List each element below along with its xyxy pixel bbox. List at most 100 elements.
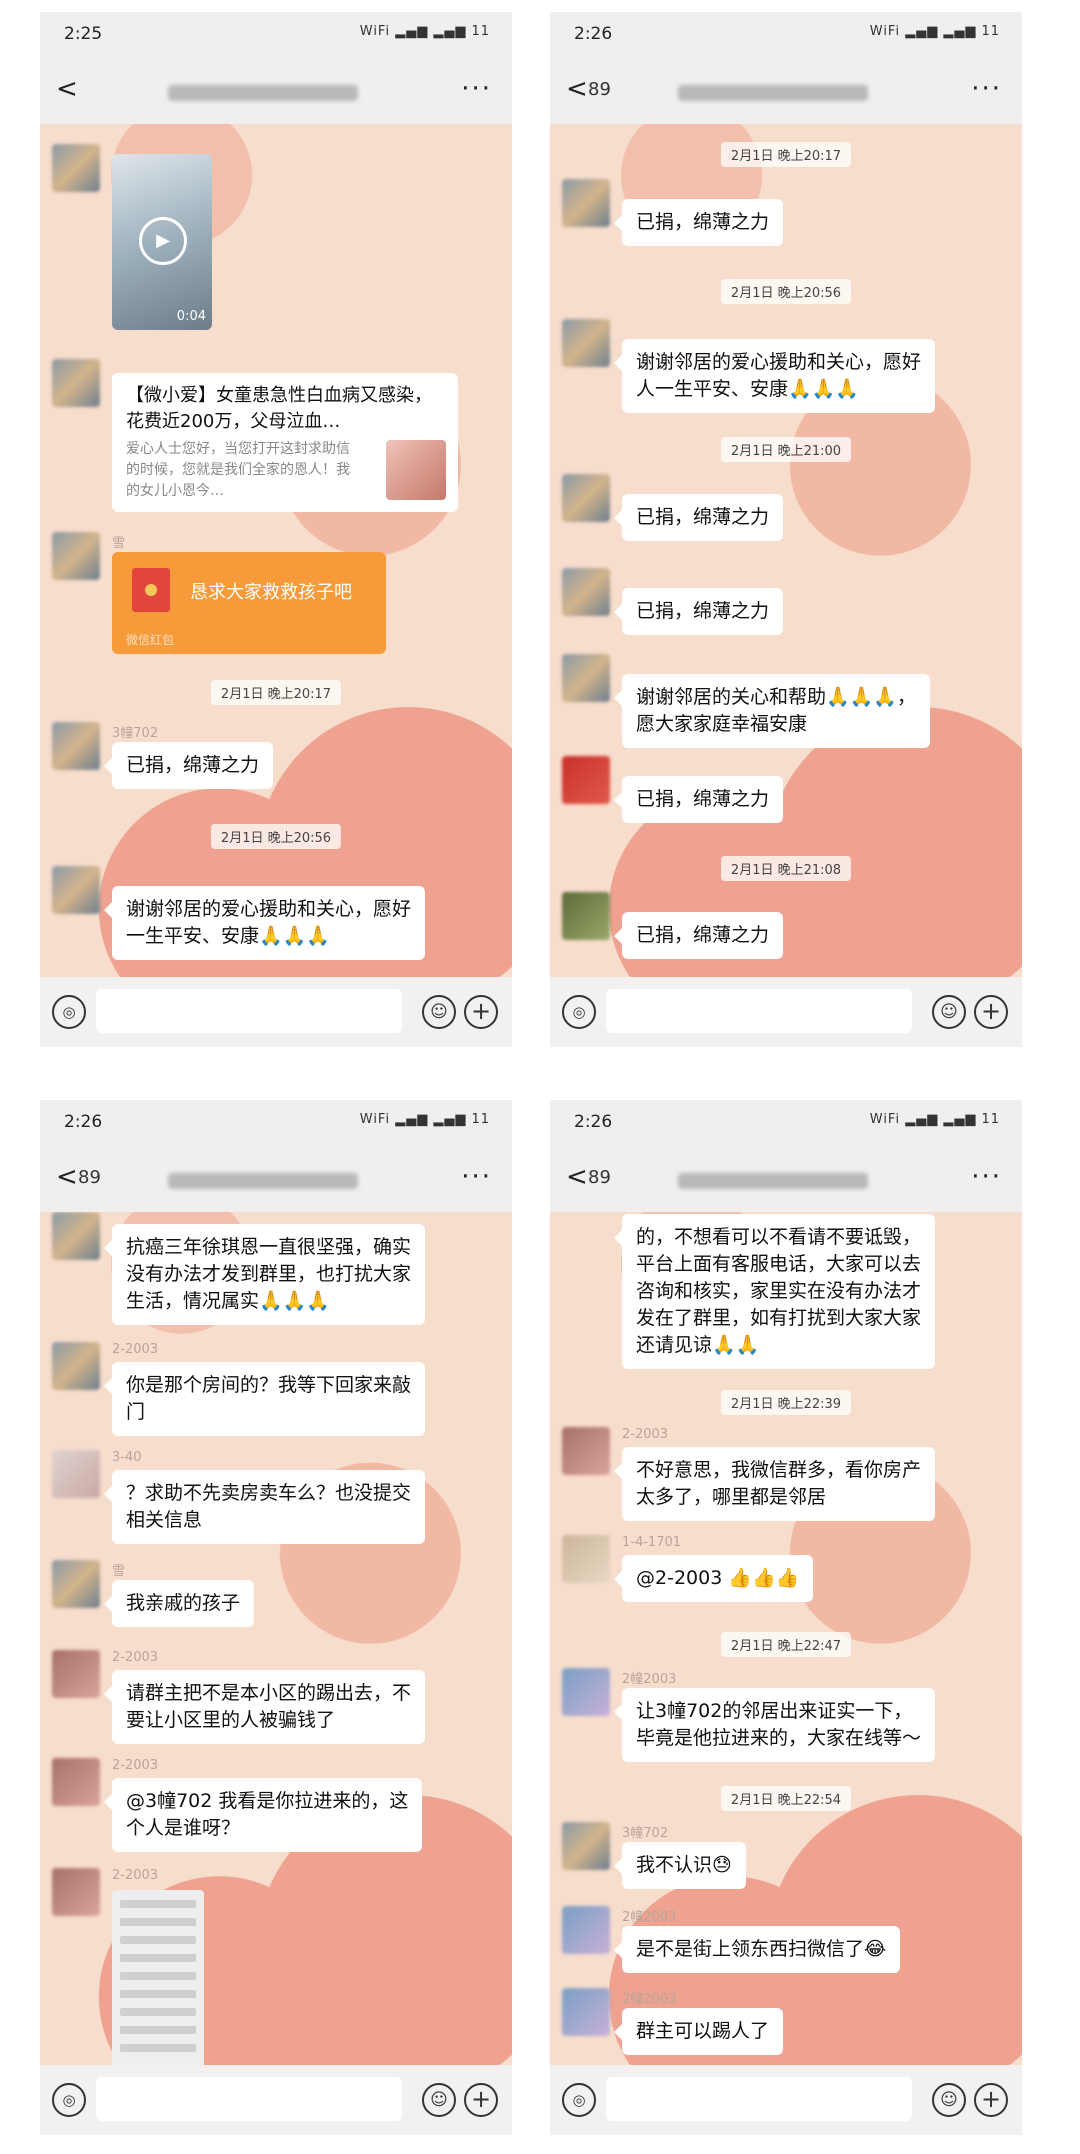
text-message[interactable]: 请群主把不是本小区的踢出去，不 要让小区里的人被骗钱了 (103, 1670, 426, 1744)
avatar[interactable] (562, 1668, 610, 1716)
message-row: 3-40 ？求助不先卖房卖车么？也没提交 相关信息 (40, 1450, 512, 1550)
text-message[interactable]: 是不是街上领东西扫微信了😂 (613, 1926, 901, 1973)
text-message[interactable]: ？求助不先卖房卖车么？也没提交 相关信息 (103, 1470, 426, 1544)
avatar[interactable] (562, 1906, 610, 1954)
text-message[interactable]: 抗癌三年徐琪恩一直很坚强，确实 没有办法才发到群里，也打扰大家 生活，情况属实🙏… (103, 1224, 426, 1325)
voice-icon[interactable]: ◎ (52, 2083, 86, 2117)
text-message[interactable]: 已捐，绵薄之力 (613, 776, 784, 823)
avatar[interactable] (52, 1342, 100, 1390)
status-icons: WiFi ▂▄▆ ▂▄▆ 11 (359, 1112, 490, 1127)
avatar[interactable] (562, 892, 610, 940)
input-bar: ◎ ☺ + (40, 977, 512, 1047)
status-time: 2:26 (574, 24, 613, 44)
message-row: 已捐，绵薄之力 (550, 756, 1022, 836)
phone-screenshot-1: 2:25 WiFi ▂▄▆ ▂▄▆ 11 < ··· ▶ 0:04 【微小爱】女… (40, 12, 512, 1047)
text-message[interactable]: 已捐，绵薄之力 (613, 588, 784, 635)
text-message[interactable]: 你是那个房间的？我等下回家来敲 门 (103, 1362, 426, 1436)
message-list[interactable]: ▶ 0:04 【微小爱】女童患急性白血病又感染，花费近200万，父母泣血… 爱心… (40, 124, 512, 977)
back-icon[interactable]: < (566, 76, 588, 102)
text-message[interactable]: 已捐，绵薄之力 (613, 199, 784, 246)
avatar[interactable] (52, 532, 100, 580)
avatar[interactable] (52, 722, 100, 770)
message-line: ？求助不先卖房卖车么？也没提交 (126, 1482, 412, 1504)
text-message[interactable]: @3幢702 我看是你拉进来的，这 个人是谁呀？ (103, 1778, 423, 1852)
text-message[interactable]: 谢谢邻居的关心和帮助🙏🙏🙏， 愿大家家庭幸福安康 (614, 674, 930, 748)
avatar[interactable] (562, 179, 610, 227)
voice-icon[interactable]: ◎ (562, 995, 596, 1029)
avatar[interactable] (52, 1650, 100, 1698)
avatar[interactable] (562, 756, 610, 804)
avatar[interactable] (52, 1758, 100, 1806)
plus-icon[interactable]: + (974, 2083, 1008, 2117)
text-message[interactable]: @2-2003 👍👍👍 (613, 1555, 814, 1602)
emoji-icon[interactable]: ☺ (422, 2083, 456, 2117)
avatar[interactable] (562, 1988, 610, 2036)
chat-title (678, 1173, 868, 1189)
avatar[interactable] (52, 1450, 100, 1498)
more-icon[interactable]: ··· (971, 1162, 1002, 1192)
text-message[interactable]: 让3幢702的邻居出来证实一下， 毕竟是他拉进来的，大家在线等～ (613, 1688, 936, 1762)
avatar[interactable] (562, 568, 610, 616)
avatar[interactable] (562, 1822, 610, 1870)
text-message[interactable]: 的，不想看可以不看请不要诋毁， 平台上面有客服电话，大家可以去 咨询和核实，家里… (613, 1214, 936, 1369)
message-list[interactable]: 2月1日 晚上20:17 已捐，绵薄之力 2月1日 晚上20:56 谢谢邻居的爱… (550, 124, 1022, 977)
timestamp: 2月1日 晚上20:56 (720, 279, 852, 304)
message-line: 要让小区里的人被骗钱了 (126, 1709, 336, 1731)
message-line: 一生平安、安康🙏🙏🙏 (126, 925, 330, 947)
input-bar: ◎ ☺ + (550, 977, 1022, 1047)
avatar[interactable] (562, 1427, 610, 1475)
text-message[interactable]: 不好意思，我微信群多，看你房产 太多了，哪里都是邻居 (613, 1447, 936, 1521)
image-message[interactable] (112, 1890, 204, 2065)
text-message[interactable]: 已捐，绵薄之力 (103, 742, 274, 789)
more-icon[interactable]: ··· (461, 1162, 492, 1192)
emoji-icon[interactable]: ☺ (932, 995, 966, 1029)
voice-icon[interactable]: ◎ (562, 2083, 596, 2117)
plus-icon[interactable]: + (464, 995, 498, 1029)
avatar[interactable] (52, 359, 100, 407)
emoji-icon[interactable]: ☺ (422, 995, 456, 1029)
sender-nickname: 雪 (112, 1564, 126, 1579)
text-message[interactable]: 已捐，绵薄之力 (613, 494, 784, 541)
message-list[interactable]: 抗癌三年徐琪恩一直很坚强，确实 没有办法才发到群里，也打扰大家 生活，情况属实🙏… (40, 1212, 512, 2065)
timestamp: 2月1日 晚上21:00 (720, 437, 852, 462)
back-icon[interactable]: < (566, 1164, 588, 1190)
text-message[interactable]: 我不认识😓 (614, 1842, 746, 1889)
plus-icon[interactable]: + (974, 995, 1008, 1029)
message-input[interactable] (96, 989, 402, 1033)
message-input[interactable] (606, 989, 912, 1033)
avatar[interactable] (52, 866, 100, 914)
message-input[interactable] (96, 2077, 402, 2121)
message-line: 相关信息 (126, 1509, 203, 1531)
avatar[interactable] (52, 1560, 100, 1608)
back-icon[interactable]: < (56, 76, 78, 102)
link-card[interactable]: 【微小爱】女童患急性白血病又感染，花费近200万，父母泣血… 爱心人士您好，当您… (112, 373, 458, 512)
plus-icon[interactable]: + (464, 2083, 498, 2117)
avatar[interactable] (562, 1535, 610, 1583)
text-message[interactable]: 我亲戚的孩子 (103, 1580, 255, 1627)
avatar[interactable] (52, 144, 100, 192)
more-icon[interactable]: ··· (461, 74, 492, 104)
voice-icon[interactable]: ◎ (52, 995, 86, 1029)
message-row: 已捐，绵薄之力 (550, 474, 1022, 554)
message-row: 2幢2003 让3幢702的邻居出来证实一下， 毕竟是他拉进来的，大家在线等～ (550, 1668, 1022, 1768)
message-line: 谢谢邻居的爱心援助和关心，愿好 (126, 898, 412, 920)
text-message[interactable]: 群主可以踢人了 (613, 2008, 784, 2055)
back-icon[interactable]: < (56, 1164, 78, 1190)
message-list[interactable]: 的，不想看可以不看请不要诋毁， 平台上面有客服电话，大家可以去 咨询和核实，家里… (550, 1212, 1022, 2065)
text-message[interactable]: 已捐，绵薄之力 (613, 912, 784, 959)
video-message[interactable]: ▶ 0:04 (112, 154, 212, 330)
message-input[interactable] (606, 2077, 912, 2121)
avatar[interactable] (562, 654, 610, 702)
avatar[interactable] (52, 1868, 100, 1916)
avatar[interactable] (562, 474, 610, 522)
text-message[interactable]: 谢谢邻居的爱心援助和关心，愿好 一生平安、安康🙏🙏🙏 (103, 886, 426, 960)
text-message[interactable]: 谢谢邻居的爱心援助和关心，愿好 人一生平安、安康🙏🙏🙏 (613, 339, 936, 413)
avatar[interactable] (562, 319, 610, 367)
red-packet-message[interactable]: 恳求大家救救孩子吧 微信红包 (112, 552, 386, 654)
message-line: 咨询和核实，家里实在没有办法才 (636, 1280, 922, 1302)
message-line: 不好意思，我微信群多，看你房产 (636, 1459, 922, 1481)
avatar[interactable] (52, 1212, 100, 1260)
emoji-icon[interactable]: ☺ (932, 2083, 966, 2117)
more-icon[interactable]: ··· (971, 74, 1002, 104)
play-icon[interactable]: ▶ (139, 217, 187, 265)
